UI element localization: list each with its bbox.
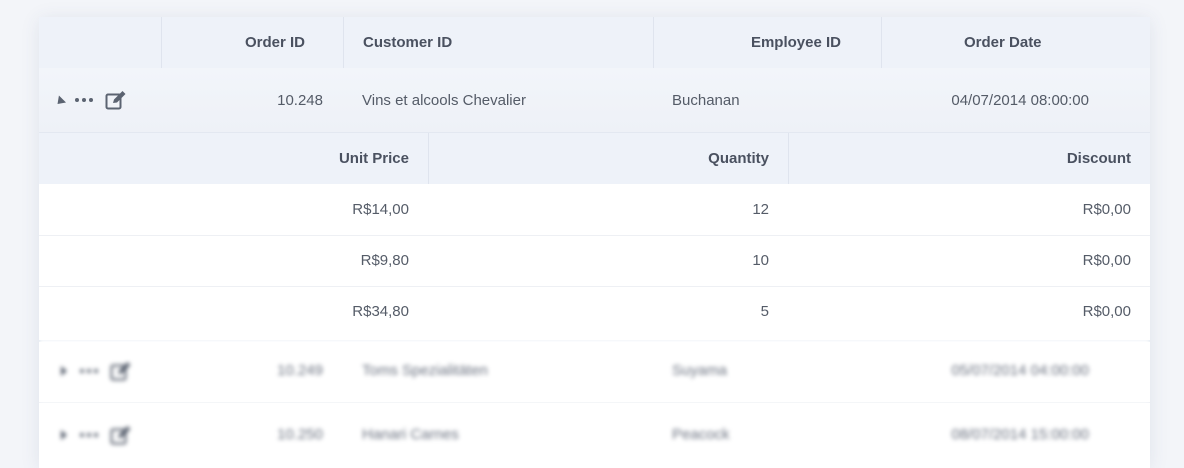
discount-header[interactable]: Discount (788, 133, 1150, 184)
edit-icon[interactable] (110, 425, 132, 445)
row-command-icons (53, 68, 127, 132)
employee-cell: Peacock (672, 426, 730, 443)
row-command-icons (55, 403, 132, 466)
caret-down-icon[interactable] (53, 94, 67, 108)
detail-row[interactable]: R$34,80 5 R$0,00 (39, 286, 1150, 337)
edit-icon[interactable] (105, 90, 127, 110)
order-id-header[interactable]: Order ID (161, 17, 343, 68)
quantity-header-label: Quantity (708, 150, 769, 167)
discount-cell: R$0,00 (1082, 201, 1131, 218)
order-date-header-label: Order Date (964, 34, 1042, 51)
employee-id-header-label: Employee ID (750, 34, 841, 51)
more-dots-icon[interactable] (80, 368, 98, 373)
more-dots-icon[interactable] (75, 98, 93, 102)
quantity-header[interactable]: Quantity (428, 133, 788, 184)
orders-grid: Order ID Customer ID Employee ID Order D… (39, 17, 1150, 468)
employee-id-header[interactable]: Employee ID (653, 17, 881, 68)
quantity-cell: 5 (760, 303, 769, 320)
caret-right-icon[interactable] (61, 365, 67, 376)
quantity-cell: 10 (752, 252, 769, 269)
row-command-icons (55, 339, 132, 402)
master-row-expanded[interactable]: 10.248 Vins et alcools Chevalier Buchana… (39, 68, 1150, 132)
employee-cell: Suyama (672, 362, 728, 379)
unit-price-cell: R$34,80 (352, 303, 409, 320)
detail-row[interactable]: R$14,00 12 R$0,00 (39, 184, 1150, 236)
order-id-cell: 10.248 (277, 91, 323, 109)
customer-id-header-label: Customer ID (363, 34, 453, 51)
unit-price-header-label: Unit Price (338, 150, 409, 167)
command-column-header (39, 17, 161, 68)
discount-header-label: Discount (1066, 150, 1131, 167)
unit-price-cell: R$9,80 (360, 252, 409, 269)
customer-cell: Hanari Carnes (362, 426, 459, 443)
unit-price-cell: R$14,00 (352, 201, 409, 218)
employee-cell: Buchanan (672, 91, 740, 109)
discount-cell: R$0,00 (1082, 252, 1131, 269)
grid-header: Order ID Customer ID Employee ID Order D… (39, 17, 1150, 69)
master-row-collapsed[interactable]: 10.250 Hanari Carnes Peacock 08/07/2014 … (39, 403, 1150, 466)
master-row-collapsed[interactable]: 10.249 Toms Spezialitäten Suyama 05/07/2… (39, 339, 1150, 402)
order-id-cell: 10.250 (277, 426, 323, 443)
discount-cell: R$0,00 (1082, 303, 1131, 320)
customer-id-header[interactable]: Customer ID (343, 17, 653, 68)
order-date-cell: 08/07/2014 15:00:00 (951, 426, 1089, 443)
customer-cell: Toms Spezialitäten (362, 362, 488, 379)
order-date-cell: 04/07/2014 08:00:00 (951, 91, 1089, 109)
order-date-cell: 05/07/2014 04:00:00 (951, 362, 1089, 379)
detail-row[interactable]: R$9,80 10 R$0,00 (39, 235, 1150, 287)
order-date-header[interactable]: Order Date (881, 17, 1150, 68)
order-id-cell: 10.249 (277, 362, 323, 379)
more-dots-icon[interactable] (80, 432, 98, 437)
order-id-header-label: Order ID (244, 34, 305, 51)
quantity-cell: 12 (752, 201, 769, 218)
detail-header: Unit Price Quantity Discount (39, 133, 1150, 184)
edit-icon[interactable] (110, 361, 132, 381)
detail-grid: Unit Price Quantity Discount R$14,00 12 … (39, 132, 1150, 342)
caret-right-icon[interactable] (61, 429, 67, 440)
customer-cell: Vins et alcools Chevalier (362, 91, 526, 109)
unit-price-header[interactable]: Unit Price (39, 133, 428, 184)
